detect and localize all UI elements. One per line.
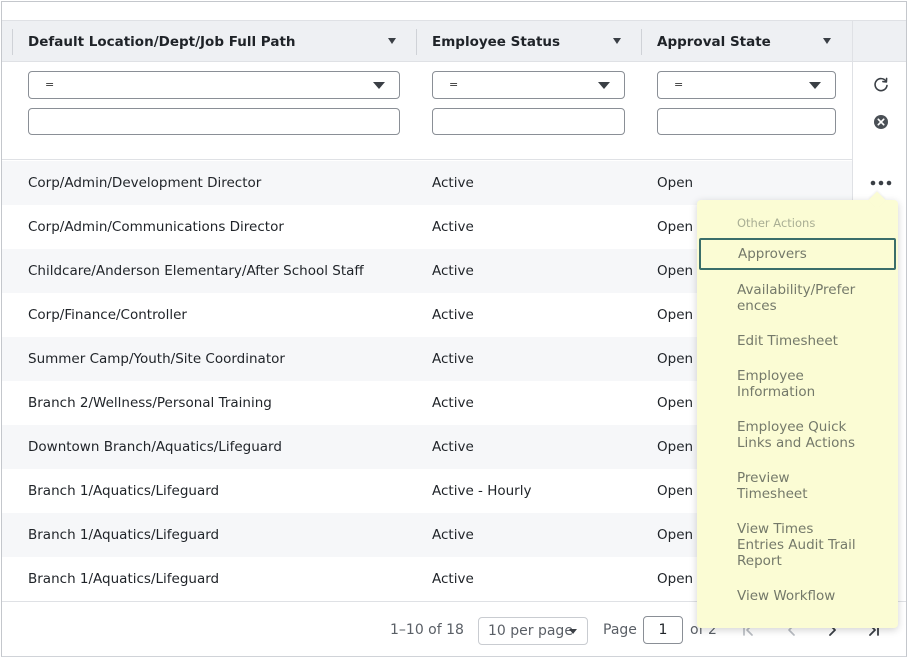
column-header-approval-state[interactable]: Approval State [657, 21, 831, 62]
menu-item-view-workflow[interactable]: View Workflow [699, 588, 896, 604]
chevron-down-icon[interactable] [613, 38, 621, 44]
per-page-select[interactable]: 10 per page [478, 617, 588, 645]
column-header-label: Employee Status [432, 33, 561, 50]
menu-item-availability-preferences[interactable]: Availability/Prefer ences [699, 282, 896, 314]
menu-item-label: Employee Information [737, 368, 816, 400]
cell-employee-status: Active [432, 439, 474, 455]
menu-item-label: Availability/Prefer ences [737, 282, 856, 314]
menu-item-employee-quick-links[interactable]: Employee Quick Links and Actions [699, 419, 896, 451]
menu-item-label: View Times Entries Audit Trail Report [737, 521, 856, 569]
cell-employee-status: Active [432, 219, 474, 235]
clear-filter-icon[interactable] [873, 114, 889, 130]
operator-value: = [45, 78, 55, 91]
chevron-down-icon [373, 82, 385, 89]
more-actions-icon[interactable] [869, 178, 893, 188]
grid-header: Default Location/Dept/Job Full Path Empl… [2, 20, 906, 62]
cell-location-path: Corp/Finance/Controller [28, 307, 187, 323]
cell-employee-status: Active [432, 527, 474, 543]
menu-item-label: View Workflow [737, 588, 836, 604]
column-separator[interactable] [416, 29, 417, 55]
cell-employee-status: Active - Hourly [432, 483, 532, 499]
location-filter-operator[interactable]: = [28, 71, 400, 99]
operator-value: = [674, 78, 684, 91]
cell-employee-status: Active [432, 175, 474, 191]
column-header-location-path[interactable]: Default Location/Dept/Job Full Path [28, 21, 396, 62]
record-range: 1–10 of 18 [390, 622, 464, 638]
status-filter-input[interactable] [432, 108, 625, 135]
cell-location-path: Corp/Admin/Communications Director [28, 219, 284, 235]
location-filter-input[interactable] [28, 108, 400, 135]
chevron-down-icon[interactable] [823, 38, 831, 44]
per-page-value: 10 per page [488, 623, 573, 639]
operator-value: = [449, 78, 459, 91]
cell-location-path: Branch 1/Aquatics/Lifeguard [28, 527, 220, 543]
page-label: Page [603, 622, 637, 638]
menu-item-view-times-entries-audit-trail[interactable]: View Times Entries Audit Trail Report [699, 521, 896, 569]
chevron-down-icon[interactable] [388, 38, 396, 44]
cell-location-path: Summer Camp/Youth/Site Coordinator [28, 351, 285, 367]
cell-location-path: Branch 1/Aquatics/Lifeguard [28, 571, 220, 587]
status-filter-operator[interactable]: = [432, 71, 625, 99]
actions-column-header [853, 20, 906, 62]
cell-employee-status: Active [432, 395, 474, 411]
grid-frame: Default Location/Dept/Job Full Path Empl… [1, 1, 907, 657]
page-number-input[interactable]: 1 [643, 616, 683, 644]
approval-filter-input[interactable] [657, 108, 836, 135]
menu-item-approvers[interactable]: Approvers [699, 238, 896, 270]
menu-item-edit-timesheet[interactable]: Edit Timesheet [699, 333, 896, 349]
table-row[interactable]: Corp/Admin/Development Director Active Ope… [2, 161, 852, 205]
menu-item-employee-information[interactable]: Employee Information [699, 368, 896, 400]
cell-approval-state: Open [657, 175, 694, 191]
chevron-down-icon [598, 82, 610, 89]
cell-location-path: Downtown Branch/Aquatics/Lifeguard [28, 439, 282, 455]
filter-row: = = = [2, 63, 852, 160]
chevron-down-icon [569, 629, 577, 634]
column-separator[interactable] [641, 29, 642, 55]
cell-location-path: Childcare/Anderson Elementary/After Scho… [28, 263, 364, 279]
refresh-icon[interactable] [873, 77, 889, 93]
cell-employee-status: Active [432, 307, 474, 323]
cell-employee-status: Active [432, 571, 474, 587]
menu-item-preview-timesheet[interactable]: Preview Timesheet [699, 470, 896, 502]
menu-title: Other Actions [737, 216, 816, 230]
column-header-label: Approval State [657, 33, 771, 50]
cell-employee-status: Active [432, 263, 474, 279]
column-separator[interactable] [12, 29, 13, 55]
approval-filter-operator[interactable]: = [657, 71, 836, 99]
menu-item-label: Employee Quick Links and Actions [737, 419, 855, 451]
other-actions-menu: Other Actions Approvers Availability/Pre… [697, 191, 898, 628]
cell-location-path: Corp/Admin/Development Director [28, 175, 262, 191]
cell-location-path: Branch 1/Aquatics/Lifeguard [28, 483, 220, 499]
menu-item-label: Preview Timesheet [737, 470, 808, 502]
cell-employee-status: Active [432, 351, 474, 367]
chevron-down-icon [809, 82, 821, 89]
column-header-employee-status[interactable]: Employee Status [432, 21, 621, 62]
menu-item-label: Edit Timesheet [737, 333, 838, 349]
cell-location-path: Branch 2/Wellness/Personal Training [28, 395, 272, 411]
column-header-label: Default Location/Dept/Job Full Path [28, 33, 296, 50]
